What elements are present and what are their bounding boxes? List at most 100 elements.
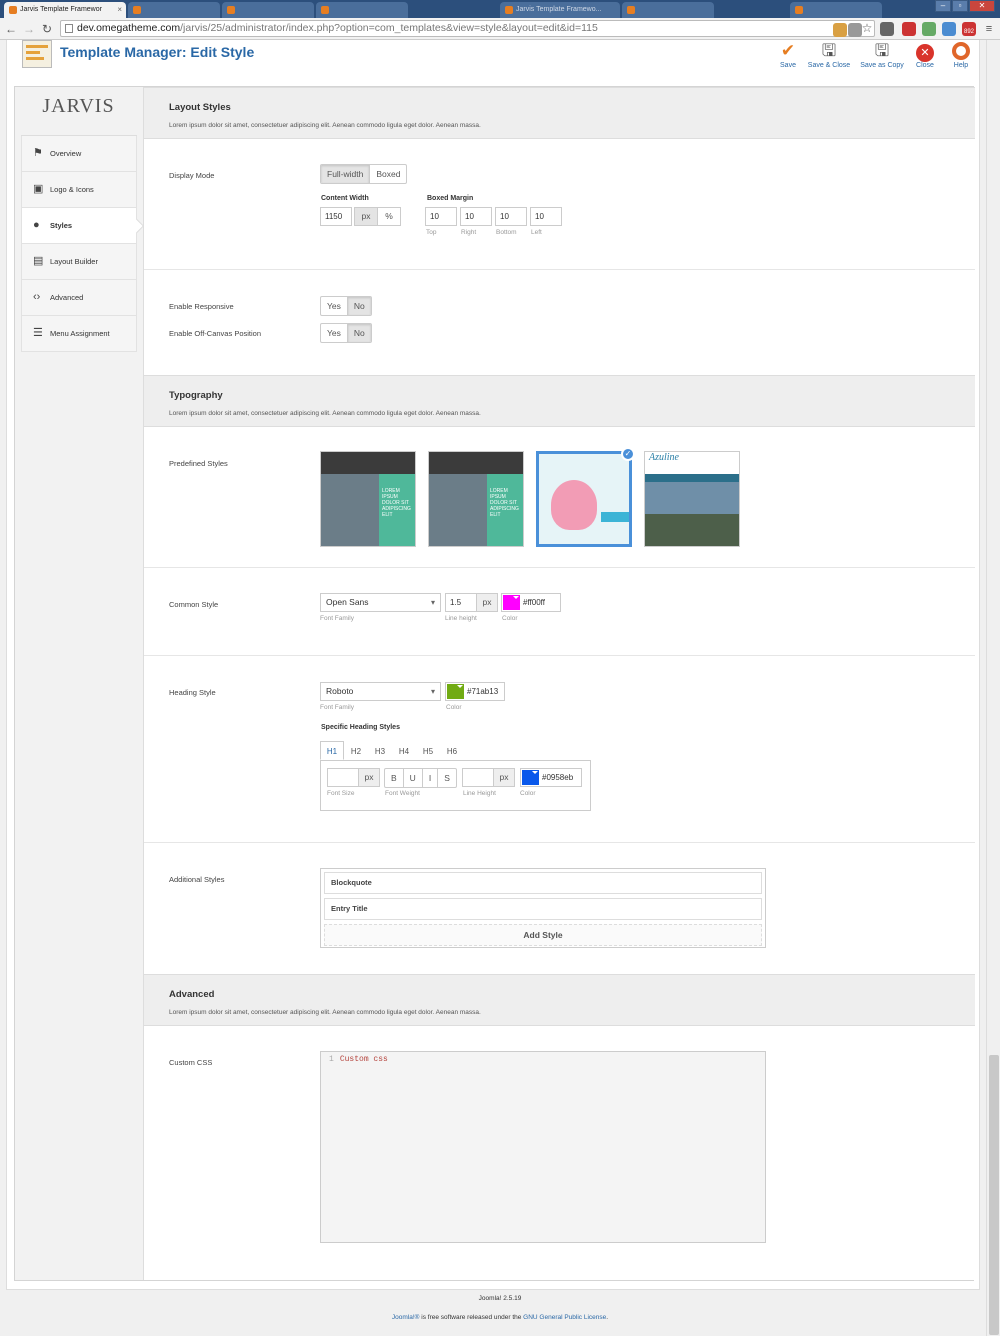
boxed-option[interactable]: Boxed <box>370 165 406 183</box>
browser-navbar: ← → ↻ dev.omegatheme.com/jarvis/25/admin… <box>0 18 1000 40</box>
maximize-button[interactable]: ▫ <box>952 0 968 12</box>
responsive-no[interactable]: No <box>347 297 371 315</box>
style-thumb-1[interactable]: LOREM IPSUM DOLOR SIT ADIPISCING ELIT <box>320 451 416 547</box>
bold-button[interactable]: B <box>385 769 404 787</box>
line-height-input[interactable]: 1.5 <box>445 593 477 612</box>
color-caption: Color <box>446 704 462 711</box>
line-height-caption: Line Height <box>463 790 496 797</box>
toolbar: Template Manager: Edit Style ✔ Save 🖫 Sa… <box>7 40 979 76</box>
image-icon: ▣ <box>33 183 44 195</box>
offcanvas-yes[interactable]: Yes <box>321 324 348 342</box>
divider <box>144 655 975 656</box>
thumb-text: Azuline <box>645 452 739 474</box>
style-thumb-2[interactable]: LOREM IPSUM DOLOR SIT ADIPISCING ELIT <box>428 451 524 547</box>
template-editor: JARVIS ⚑ Overview ▣ Logo & Icons ● Styles ▤… <box>14 86 975 1281</box>
add-style-button[interactable]: Add Style <box>324 924 762 946</box>
bookmark-star-icon[interactable]: ☆ <box>860 20 874 36</box>
save-copy-button[interactable]: 🖫 Save as Copy <box>858 40 906 69</box>
sidebar-item-menu-assignment[interactable]: ☰ Menu Assignment <box>21 316 137 352</box>
save-close-button[interactable]: 🖫 Save & Close <box>805 40 853 69</box>
style-item-entry-title[interactable]: Entry Title <box>324 898 762 920</box>
sidebar-item-advanced[interactable]: ‹› Advanced <box>21 280 137 316</box>
page-scrollbar[interactable] <box>986 40 1000 1336</box>
color-caption: Color <box>502 615 518 622</box>
tab-close-icon[interactable]: × <box>117 2 122 18</box>
heading-line-height-input[interactable] <box>462 768 494 787</box>
window-close-button[interactable]: ✕ <box>969 0 995 12</box>
style-thumb-4[interactable]: Azuline <box>644 451 740 547</box>
browser-tab-active[interactable]: Jarvis Template Framewor × <box>4 2 126 18</box>
responsive-yes[interactable]: Yes <box>321 297 348 315</box>
content-width-input[interactable]: 1150 <box>320 207 352 226</box>
scrollbar-thumb[interactable] <box>989 1055 999 1335</box>
browser-tab[interactable] <box>222 2 314 18</box>
margin-bottom-input[interactable]: 10 <box>495 207 527 226</box>
divider <box>144 567 975 568</box>
tab-h6[interactable]: H6 <box>440 741 464 760</box>
offcanvas-no[interactable]: No <box>347 324 371 342</box>
tab-h4[interactable]: H4 <box>392 741 416 760</box>
balloon-image <box>551 480 597 530</box>
address-bar[interactable]: dev.omegatheme.com/jarvis/25/administrat… <box>60 20 875 37</box>
sidebar-item-styles[interactable]: ● Styles <box>21 208 137 244</box>
unit-px-button[interactable]: px <box>354 207 378 226</box>
divider <box>144 269 975 270</box>
browser-tab[interactable] <box>790 2 882 18</box>
browser-tab[interactable]: Jarvis Template Framewo... <box>500 2 620 18</box>
extension-icon[interactable] <box>922 22 936 36</box>
minimize-button[interactable]: – <box>935 0 951 12</box>
browser-tabstrip: Jarvis Template Framewor × Jarvis Templa… <box>0 0 1000 18</box>
margin-left-caption: Left <box>531 229 542 236</box>
underline-button[interactable]: U <box>404 769 423 787</box>
boxed-margin-label: Boxed Margin <box>427 195 474 202</box>
browser-tab[interactable] <box>622 2 714 18</box>
margin-top-input[interactable]: 10 <box>425 207 457 226</box>
browser-tab[interactable] <box>316 2 408 18</box>
heading-font-select[interactable]: Roboto <box>320 682 441 701</box>
common-color-picker[interactable]: #ff00ff <box>501 593 561 612</box>
strike-button[interactable]: S <box>438 769 456 787</box>
tab-h3[interactable]: H3 <box>368 741 392 760</box>
style-item-blockquote[interactable]: Blockquote <box>324 872 762 894</box>
heading-font-size-input[interactable] <box>327 768 359 787</box>
font-size-unit: px <box>358 768 380 787</box>
menu-icon[interactable]: ≡ <box>982 21 996 37</box>
style-thumb-3[interactable] <box>536 451 632 547</box>
tab-h1[interactable]: H1 <box>320 741 344 760</box>
full-width-option[interactable]: Full-width <box>321 165 371 183</box>
tab-h2[interactable]: H2 <box>344 741 368 760</box>
italic-button[interactable]: I <box>423 769 439 787</box>
thumb-text: LOREM IPSUM DOLOR SIT ADIPISCING ELIT <box>379 474 415 546</box>
gpl-link[interactable]: GNU General Public License <box>523 1314 606 1321</box>
page-icon <box>65 24 73 33</box>
common-font-select[interactable]: Open Sans <box>320 593 441 612</box>
forward-icon[interactable]: → <box>22 21 36 37</box>
menu-icon: ☰ <box>33 327 43 339</box>
offcanvas-label: Enable Off-Canvas Position <box>169 329 261 338</box>
sidebar-item-logo-icons[interactable]: ▣ Logo & Icons <box>21 172 137 208</box>
reload-icon[interactable]: ↻ <box>40 21 54 37</box>
eyedropper-icon[interactable] <box>880 22 894 36</box>
help-button[interactable]: Help <box>937 40 985 69</box>
sidebar-item-overview[interactable]: ⚑ Overview <box>21 136 137 172</box>
margin-left-input[interactable]: 10 <box>530 207 562 226</box>
sidebar-item-layout-builder[interactable]: ▤ Layout Builder <box>21 244 137 280</box>
unit-percent-button[interactable]: % <box>377 207 401 226</box>
tool-icon[interactable] <box>833 23 847 37</box>
notification-badge[interactable]: 892 <box>962 22 976 36</box>
joomla-link[interactable]: Joomla!® <box>392 1314 420 1321</box>
heading-tabs: H1 H2 H3 H4 H5 H6 <box>320 741 464 760</box>
extension-icon[interactable] <box>942 22 956 36</box>
margin-right-input[interactable]: 10 <box>460 207 492 226</box>
browser-tab[interactable] <box>128 2 220 18</box>
back-icon[interactable]: ← <box>4 21 18 37</box>
heading-color-picker[interactable]: #71ab13 <box>445 682 505 701</box>
heading-style-label: Heading Style <box>169 688 216 697</box>
tab-h5[interactable]: H5 <box>416 741 440 760</box>
divider <box>144 842 975 843</box>
font-weight-caption: Font Weight <box>385 790 420 797</box>
extension-icon[interactable] <box>902 22 916 36</box>
heading-h1-color-picker[interactable]: #0958eb <box>520 768 582 787</box>
line-number: 1 <box>329 1055 334 1064</box>
custom-css-editor[interactable]: 1 Custom css <box>320 1051 766 1243</box>
